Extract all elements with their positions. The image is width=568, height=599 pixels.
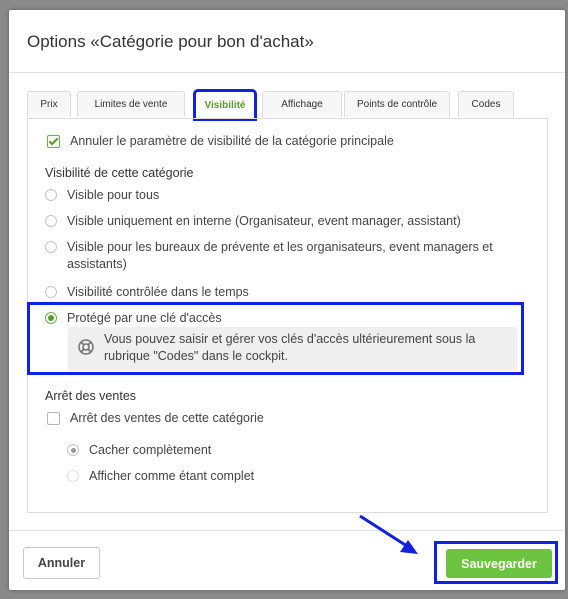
tab-codes[interactable]: Codes xyxy=(458,91,514,117)
override-parent-checkbox[interactable] xyxy=(47,135,60,148)
tab-affichage[interactable]: Affichage xyxy=(262,91,342,117)
tab-limites-de-vente[interactable]: Limites de vente xyxy=(77,91,185,117)
visibility-option-label: Visible pour tous xyxy=(67,188,160,202)
visibility-option-label: Protégé par une clé d'accès xyxy=(67,311,222,325)
radio-cacher-completement[interactable] xyxy=(67,444,79,456)
access-key-info-box: Vous pouvez saisir et gérer vos clés d'a… xyxy=(68,327,517,371)
radio-protege-cle-acces[interactable] xyxy=(45,312,57,324)
visibility-option-label: Visible pour les bureaux de prévente et … xyxy=(67,240,493,271)
radio-afficher-complet[interactable] xyxy=(67,470,79,482)
visibility-option-presale[interactable]: Visible pour les bureaux de prévente et … xyxy=(45,239,525,273)
visibility-option-timed[interactable]: Visibilité contrôlée dans le temps xyxy=(45,284,249,301)
radio-visibilite-controlee[interactable] xyxy=(45,286,57,298)
sales-stop-option-label: Cacher complètement xyxy=(89,443,212,457)
sales-stop-section-title: Arrêt des ventes xyxy=(45,389,137,403)
tab-visibilite[interactable]: Visibilité xyxy=(193,89,257,121)
sales-stop-option-label: Afficher comme étant complet xyxy=(89,469,255,483)
sales-stop-checkbox[interactable] xyxy=(47,412,60,425)
override-parent-visibility-row[interactable]: Annuler le paramètre de visibilité de la… xyxy=(47,133,394,150)
cancel-button[interactable]: Annuler xyxy=(23,547,100,579)
dialog-header: Options «Catégorie pour bon d'achat» xyxy=(9,10,565,73)
visibility-option-label: Visible uniquement en interne (Organisat… xyxy=(67,214,461,228)
sales-stop-row[interactable]: Arrêt des ventes de cette catégorie xyxy=(47,410,264,427)
tab-points-de-controle[interactable]: Points de contrôle xyxy=(344,91,450,117)
radio-visible-pour-tous[interactable] xyxy=(45,189,57,201)
radio-visible-bureaux-prevente[interactable] xyxy=(45,241,57,253)
visibility-option-all[interactable]: Visible pour tous xyxy=(45,187,159,204)
radio-visible-interne[interactable] xyxy=(45,215,57,227)
lifebuoy-icon xyxy=(78,339,94,355)
save-button[interactable]: Sauvegarder xyxy=(446,549,552,578)
visibility-option-label: Visibilité contrôlée dans le temps xyxy=(67,285,249,299)
dialog-title: Options «Catégorie pour bon d'achat» xyxy=(27,32,314,51)
sales-stop-option-soldout[interactable]: Afficher comme étant complet xyxy=(67,468,254,485)
highlight-save-button: Sauvegarder xyxy=(434,541,558,584)
dialog-footer: Annuler Sauvegarder xyxy=(9,530,565,591)
sales-stop-option-hide[interactable]: Cacher complètement xyxy=(67,442,211,459)
override-parent-label: Annuler le paramètre de visibilité de la… xyxy=(70,134,394,148)
sales-stop-label: Arrêt des ventes de cette catégorie xyxy=(70,411,264,425)
visibility-option-access-key[interactable]: Protégé par une clé d'accès xyxy=(45,310,222,327)
options-dialog: Options «Catégorie pour bon d'achat» Pri… xyxy=(9,10,565,590)
tab-prix[interactable]: Prix xyxy=(27,91,71,117)
access-key-info-text: Vous pouvez saisir et gérer vos clés d'a… xyxy=(104,332,476,363)
visibility-option-internal[interactable]: Visible uniquement en interne (Organisat… xyxy=(45,213,461,230)
pointer-arrow-icon xyxy=(359,514,418,554)
visibility-section-title: Visibilité de cette catégorie xyxy=(45,166,194,180)
tab-bar: Prix Limites de vente Visibilité Afficha… xyxy=(27,89,548,121)
